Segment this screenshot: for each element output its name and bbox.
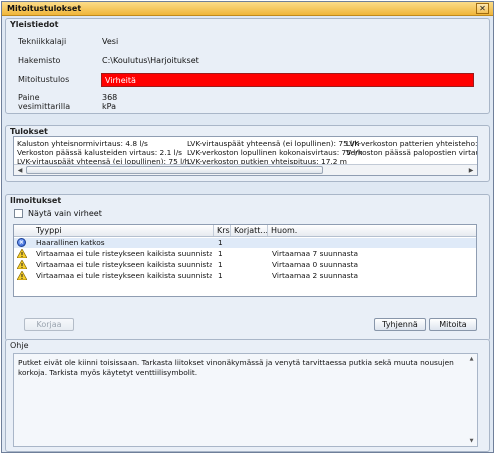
row-type: Virtaamaa ei tule risteykseen kaikista s…	[36, 249, 212, 258]
errors-only-label: Näytä vain virheet	[28, 209, 102, 218]
row-floor: 1	[218, 238, 223, 247]
help-text: Putket eivät ole kiinni toisissaan. Tark…	[18, 358, 454, 377]
notices-list-header: Tyyppi Krs Korjatt... Huom.	[14, 225, 476, 237]
title-bar[interactable]: Mitoitustulokset ✕	[2, 2, 493, 16]
result-item: LVK-verkoston patterien yhteisteho: 0 W	[346, 139, 477, 148]
help-group-label: Ohje	[10, 341, 29, 350]
results-group: Tulokset Kaluston yhteisnormivirtaus: 4.…	[5, 125, 490, 182]
row-floor: 1	[218, 249, 223, 258]
column-header-note[interactable]: Huom.	[268, 225, 476, 236]
column-header-fixed[interactable]: Korjatt...	[231, 225, 268, 236]
warning-icon	[17, 271, 27, 280]
result-item: Kaluston yhteisnormivirtaus: 4.8 l/s	[17, 139, 148, 148]
table-row[interactable]: Virtaamaa ei tule risteykseen kaikista s…	[14, 249, 476, 259]
table-row[interactable]: × Haarallinen katkos 1	[14, 238, 476, 248]
results-list[interactable]: Kaluston yhteisnormivirtaus: 4.8 l/s Ver…	[13, 136, 478, 176]
general-group-label: Yleistiedot	[10, 20, 59, 29]
column-header-floor[interactable]: Krs	[214, 225, 231, 236]
row-floor: 1	[218, 260, 223, 269]
help-group: Ohje Putket eivät ole kiinni toisissaan.…	[5, 339, 490, 452]
fix-button[interactable]: Korjaa	[24, 318, 74, 331]
row-floor: 1	[218, 271, 223, 280]
pressure-value: 368 kPa	[102, 93, 118, 111]
row-type: Haarallinen katkos	[36, 238, 105, 247]
info-icon: ×	[17, 238, 26, 247]
scroll-left-icon[interactable]: ◀	[15, 166, 25, 175]
result-item: Verkoston päässä palopostien virtaus: 0 …	[346, 148, 477, 157]
technique-value: Vesi	[102, 37, 119, 46]
close-button[interactable]: ✕	[476, 3, 489, 14]
scroll-up-icon[interactable]: ▲	[467, 355, 476, 363]
dimension-button[interactable]: Mitoita	[429, 318, 477, 331]
result-item: Verkoston päässä kalusteiden virtaus: 2.…	[17, 148, 183, 157]
directory-label: Hakemisto	[18, 56, 61, 65]
row-note: Virtaamaa 7 suunnasta	[272, 249, 358, 258]
warning-icon	[17, 249, 27, 258]
directory-value: C:\Koulutus\Harjoitukset	[102, 56, 199, 65]
status-label: Mitoitustulos	[18, 75, 70, 84]
clear-button[interactable]: Tyhjennä	[374, 318, 426, 331]
warning-icon	[17, 260, 27, 269]
technique-label: Tekniikkalaji	[18, 37, 67, 46]
row-type: Virtaamaa ei tule risteykseen kaikista s…	[36, 260, 212, 269]
scroll-down-icon[interactable]: ▼	[467, 437, 476, 445]
window-title: Mitoitustulokset	[7, 4, 82, 13]
row-note: Virtaamaa 2 suunnasta	[272, 271, 358, 280]
scrollbar-thumb[interactable]	[26, 166, 323, 174]
general-group: Yleistiedot Tekniikkalaji Vesi Hakemisto…	[5, 18, 490, 114]
results-group-label: Tulokset	[10, 127, 48, 136]
result-item: LVK-verkoston lopullinen kokonaisvirtaus…	[187, 148, 363, 157]
errors-only-checkbox[interactable]	[14, 209, 23, 218]
pressure-label: Paine vesimittarilla	[18, 93, 71, 111]
column-header-type[interactable]: Tyyppi	[14, 225, 214, 236]
notices-group-label: Ilmoitukset	[10, 196, 62, 205]
horizontal-scrollbar[interactable]: ◀ ▶	[14, 164, 477, 175]
notices-group: Ilmoitukset Näytä vain virheet Tyyppi Kr…	[5, 194, 490, 341]
results-window: Mitoitustulokset ✕ Yleistiedot Tekniikka…	[1, 1, 494, 453]
help-textbox[interactable]: Putket eivät ole kiinni toisissaan. Tark…	[13, 353, 478, 447]
result-item: LVK-virtauspäät yhteensä (ei lopullinen)…	[187, 139, 360, 148]
notices-list[interactable]: Tyyppi Krs Korjatt... Huom. × Haaralline…	[13, 224, 477, 297]
scroll-right-icon[interactable]: ▶	[466, 166, 476, 175]
status-value: Virheitä	[101, 73, 474, 87]
row-type: Virtaamaa ei tule risteykseen kaikista s…	[36, 271, 212, 280]
vertical-scrollbar[interactable]: ▲ ▼	[467, 355, 476, 445]
row-note: Virtaamaa 0 suunnasta	[272, 260, 358, 269]
table-row[interactable]: Virtaamaa ei tule risteykseen kaikista s…	[14, 271, 476, 281]
info-row-status: Mitoitustulos Virheitä	[12, 73, 487, 87]
table-row[interactable]: Virtaamaa ei tule risteykseen kaikista s…	[14, 260, 476, 270]
